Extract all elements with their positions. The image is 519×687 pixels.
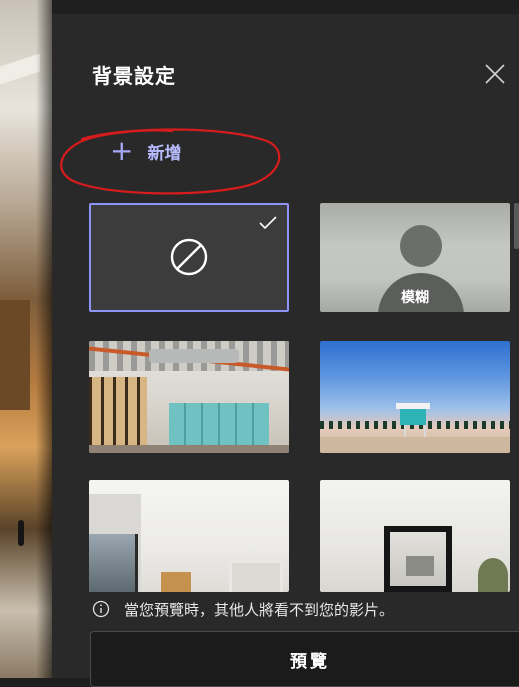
feed-detail (0, 300, 30, 410)
feed-shadow (36, 0, 52, 678)
blur-avatar-head (400, 225, 442, 267)
close-button[interactable] (483, 62, 507, 86)
checkmark-icon (259, 216, 277, 230)
add-background-label: 新增 (147, 143, 182, 164)
room-window (89, 534, 138, 592)
background-option-room-2[interactable] (320, 480, 510, 592)
background-option-beach[interactable] (320, 341, 510, 453)
office-floor (89, 445, 289, 453)
lifeguard-tower (400, 409, 426, 425)
beach-sand (320, 437, 510, 453)
background-option-blur[interactable]: 模糊 (320, 203, 510, 312)
no-background-icon (170, 238, 208, 276)
plus-icon: + (110, 134, 134, 167)
background-option-none[interactable] (89, 203, 289, 312)
feed-detail (0, 53, 40, 85)
room-door (161, 572, 191, 592)
preview-button[interactable]: 預覽 (90, 631, 519, 687)
room-plant (478, 558, 508, 592)
add-background-button[interactable]: + 新增 (110, 136, 181, 166)
close-icon (485, 64, 505, 84)
office-windows (89, 377, 147, 453)
room-frame (229, 560, 283, 592)
preview-info: 當您預覽時，其他人將看不到您的影片。 (92, 597, 394, 621)
scrollbar-thumb[interactable] (514, 203, 519, 249)
info-text: 當您預覽時，其他人將看不到您的影片。 (124, 600, 395, 619)
background-settings-panel: 背景設定 + 新增 模糊 當您預覽時，其他人將看不到您的影片。 預覽 (52, 14, 519, 687)
room-shelf (406, 556, 434, 576)
office-duct (149, 349, 239, 363)
background-option-room-1[interactable] (89, 480, 289, 592)
background-option-office[interactable] (89, 341, 289, 453)
office-lockers (169, 403, 269, 451)
info-icon (92, 600, 110, 618)
panel-title: 背景設定 (92, 64, 176, 88)
blur-label: 模糊 (401, 290, 429, 306)
feed-detail (18, 520, 24, 546)
camera-feed-background (0, 0, 52, 678)
